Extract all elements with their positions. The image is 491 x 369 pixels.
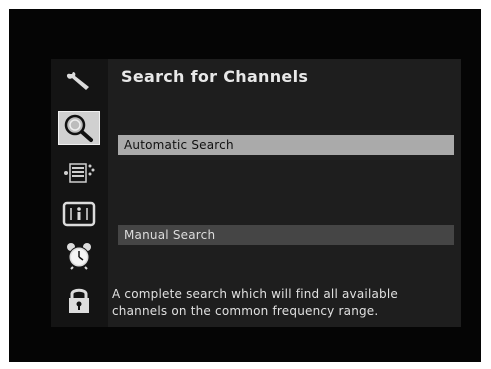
help-text-line: channels on the common frequency range.: [112, 304, 379, 318]
help-text-line: A complete search which will find all av…: [112, 287, 398, 301]
magnifier-icon[interactable]: [58, 111, 100, 145]
wrench-icon[interactable]: [58, 65, 100, 99]
page-title: Search for Channels: [121, 67, 309, 86]
manual-search-item[interactable]: Manual Search: [118, 225, 454, 245]
alarm-clock-icon[interactable]: [58, 239, 100, 273]
channel-list-icon[interactable]: [58, 156, 100, 190]
automatic-search-item[interactable]: Automatic Search: [118, 135, 454, 155]
info-icon[interactable]: [58, 197, 100, 231]
lock-icon[interactable]: [58, 283, 100, 317]
help-text: A complete search which will find all av…: [112, 286, 452, 320]
